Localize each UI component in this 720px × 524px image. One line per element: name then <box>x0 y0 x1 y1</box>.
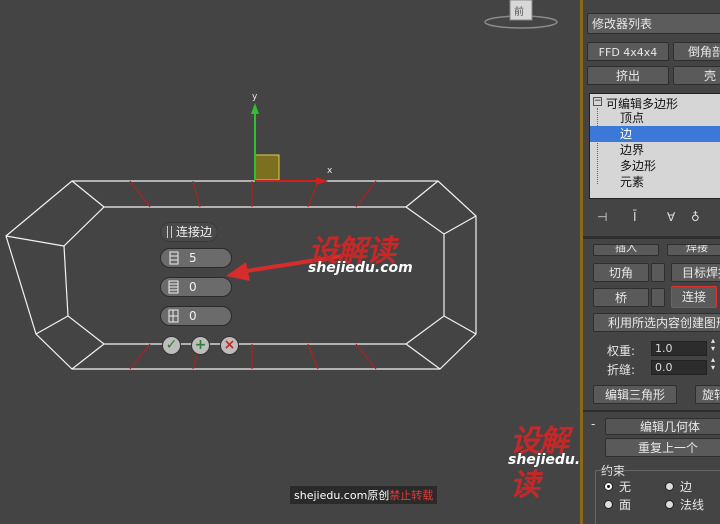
mesh-edge <box>71 343 105 370</box>
insert-vertex-button[interactable]: 插入 <box>593 244 659 256</box>
stack-collapse-icon[interactable]: − <box>593 97 602 106</box>
watermark-url: shejiedu.com <box>308 260 413 276</box>
slide-value: 0 <box>189 309 197 323</box>
constraint-normal-label: 法线 <box>680 498 705 512</box>
modifier-stack[interactable]: − 可编辑多边形 顶点 边 边界 多边形 元素 <box>589 93 720 199</box>
constraint-normal-radio[interactable] <box>665 500 674 509</box>
show-end-result-icon[interactable]: Ī <box>633 210 647 224</box>
weight-spin-arrows[interactable]: ▴ ▾ <box>711 337 715 353</box>
stack-item-polygon[interactable]: 多边形 <box>620 158 656 174</box>
gizmo-y-label: y <box>252 92 258 102</box>
rollout-toggle-icon[interactable]: - <box>591 417 595 431</box>
perspective-viewport[interactable]: y x 前 连接边 5 0 0 ✓ + × 设解读 shejiedu.com 设… <box>0 0 580 524</box>
ok-check-icon[interactable]: ✓ <box>162 336 181 355</box>
crease-spin-arrows[interactable]: ▴ ▾ <box>711 356 715 372</box>
connect-edge-preview <box>192 180 201 208</box>
cancel-x-icon[interactable]: × <box>220 336 239 355</box>
pinch-icon <box>167 280 181 294</box>
shell-button[interactable]: 壳 <box>673 66 720 85</box>
connect-button[interactable]: 连接 <box>671 286 717 308</box>
connect-edge-preview <box>129 180 151 208</box>
crease-spinner[interactable]: 0.0 <box>651 360 707 375</box>
constraint-none-radio[interactable] <box>604 482 613 491</box>
bridge-button[interactable]: 桥 <box>593 288 649 307</box>
watermark-url-2: shejiedu.com <box>508 452 580 468</box>
constraint-none-label: 无 <box>619 480 632 494</box>
stack-item-edge[interactable]: 边 <box>620 126 632 142</box>
chamfer-settings-icon[interactable] <box>651 263 665 282</box>
turn-button[interactable]: 旋转 <box>695 385 720 404</box>
caddy-title-label: 连接边 <box>176 225 213 239</box>
gizmo-y-arrow <box>251 103 259 114</box>
edit-geometry-rollout[interactable]: 编辑几何体 <box>605 418 720 435</box>
gizmo-x-arrow <box>316 177 328 185</box>
weight-spinner[interactable]: 1.0 <box>651 341 707 356</box>
footer-note-suffix: 禁止转载 <box>389 489 434 502</box>
repeat-last-button[interactable]: 重复上一个 <box>605 438 720 457</box>
mesh-edge <box>443 315 477 335</box>
connect-edge-preview <box>129 343 151 370</box>
viewcube-label: 前 <box>514 5 524 18</box>
connect-edge-preview <box>307 343 319 370</box>
gizmo-plane-handle <box>254 154 280 181</box>
modifier-list-dropdown[interactable]: 修改器列表 <box>587 13 720 34</box>
constraint-edge-radio[interactable] <box>665 482 674 491</box>
segments-icon <box>167 251 181 265</box>
constraint-face-radio[interactable] <box>604 500 613 509</box>
stack-item-edge-row[interactable] <box>590 126 720 142</box>
footer-note: shejiedu.com原创禁止转载 <box>290 486 438 504</box>
footer-note-prefix: shejiedu.com原创 <box>294 489 390 502</box>
connect-edge-preview <box>355 180 377 208</box>
chamfer-button[interactable]: 切角 <box>593 263 649 282</box>
slide-icon <box>167 309 181 323</box>
gizmo-x-label: x <box>327 166 333 176</box>
modifier-list-label: 修改器列表 <box>592 17 653 31</box>
stack-item-vertex[interactable]: 顶点 <box>620 110 644 126</box>
remove-modifier-icon[interactable]: ♁ <box>691 210 705 224</box>
segments-field[interactable]: 5 <box>160 248 232 268</box>
caddy-title: 连接边 <box>160 222 218 242</box>
mesh-edge <box>405 343 441 370</box>
crease-label: 折缝: <box>607 363 636 377</box>
modify-panel: 修改器列表 FFD 4x4x4 倒角剖 挤出 壳 − 可编辑多边形 顶点 边 边… <box>580 0 720 524</box>
make-unique-icon[interactable]: ∀ <box>667 210 681 224</box>
connect-edge-preview <box>307 180 319 208</box>
panel-divider-2 <box>583 410 720 412</box>
constraint-edge-label: 边 <box>680 480 693 494</box>
bevel-profile-button[interactable]: 倒角剖 <box>673 42 720 61</box>
pinch-field[interactable]: 0 <box>160 277 232 297</box>
create-shape-button[interactable]: 利用所选内容创建图形 <box>593 313 720 332</box>
stack-tree-line <box>597 108 599 184</box>
slide-field[interactable]: 0 <box>160 306 232 326</box>
pin-stack-icon[interactable]: ⊣ <box>597 210 611 224</box>
constraint-face-label: 面 <box>619 498 632 512</box>
panel-divider <box>583 236 720 239</box>
segments-value: 5 <box>189 251 197 265</box>
pinch-value: 0 <box>189 280 197 294</box>
bridge-settings-icon[interactable] <box>651 288 665 307</box>
extrude-button[interactable]: 挤出 <box>587 66 669 85</box>
mesh-edge <box>405 180 439 208</box>
weight-label: 权重: <box>607 344 636 358</box>
mesh-edge <box>443 215 477 235</box>
viewport-canvas[interactable]: y x 前 <box>0 0 580 524</box>
stack-item-element[interactable]: 元素 <box>620 174 644 190</box>
caddy-grip-icon[interactable] <box>167 226 172 238</box>
ffd-button[interactable]: FFD 4x4x4 <box>587 42 669 61</box>
mesh-edge <box>35 315 69 335</box>
weld-button[interactable]: 焊接 <box>667 244 720 256</box>
annotation-arrowhead <box>226 262 250 281</box>
target-weld-button[interactable]: 目标焊接 <box>671 263 720 282</box>
mesh-edge <box>5 235 65 247</box>
stack-item-border[interactable]: 边界 <box>620 142 644 158</box>
edit-triangulation-button[interactable]: 编辑三角形 <box>593 385 677 404</box>
apply-plus-icon[interactable]: + <box>191 336 210 355</box>
connect-edge-preview <box>355 343 377 370</box>
mesh-edge <box>71 180 105 208</box>
